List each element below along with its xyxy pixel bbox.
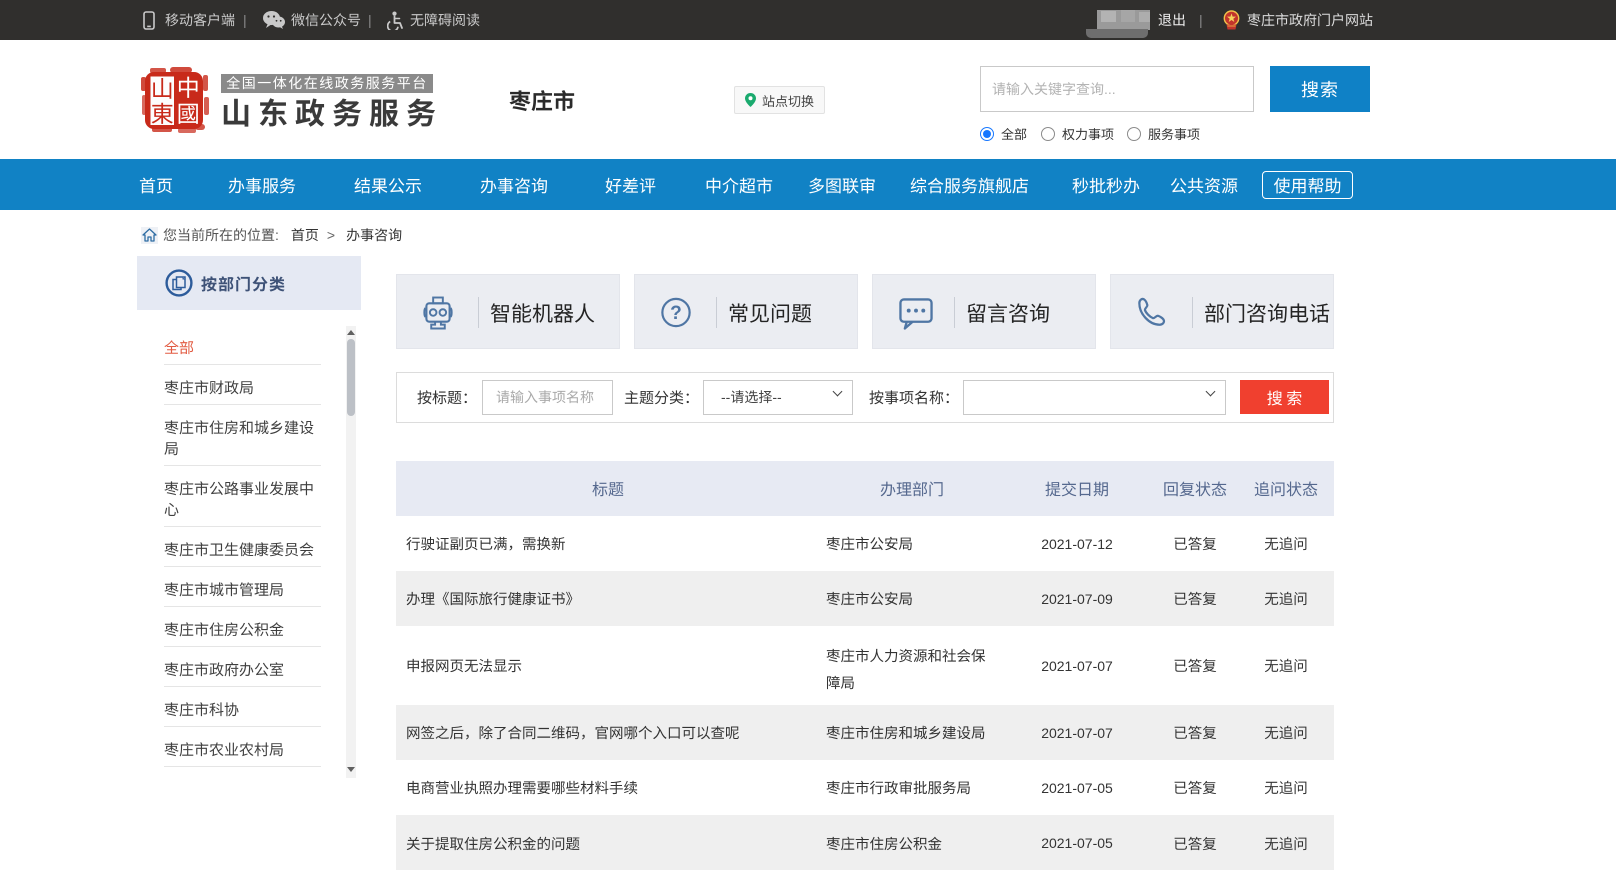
svg-text:東: 東 — [151, 95, 174, 129]
svg-text:?: ? — [670, 303, 682, 324]
svg-text:國: 國 — [177, 95, 200, 129]
